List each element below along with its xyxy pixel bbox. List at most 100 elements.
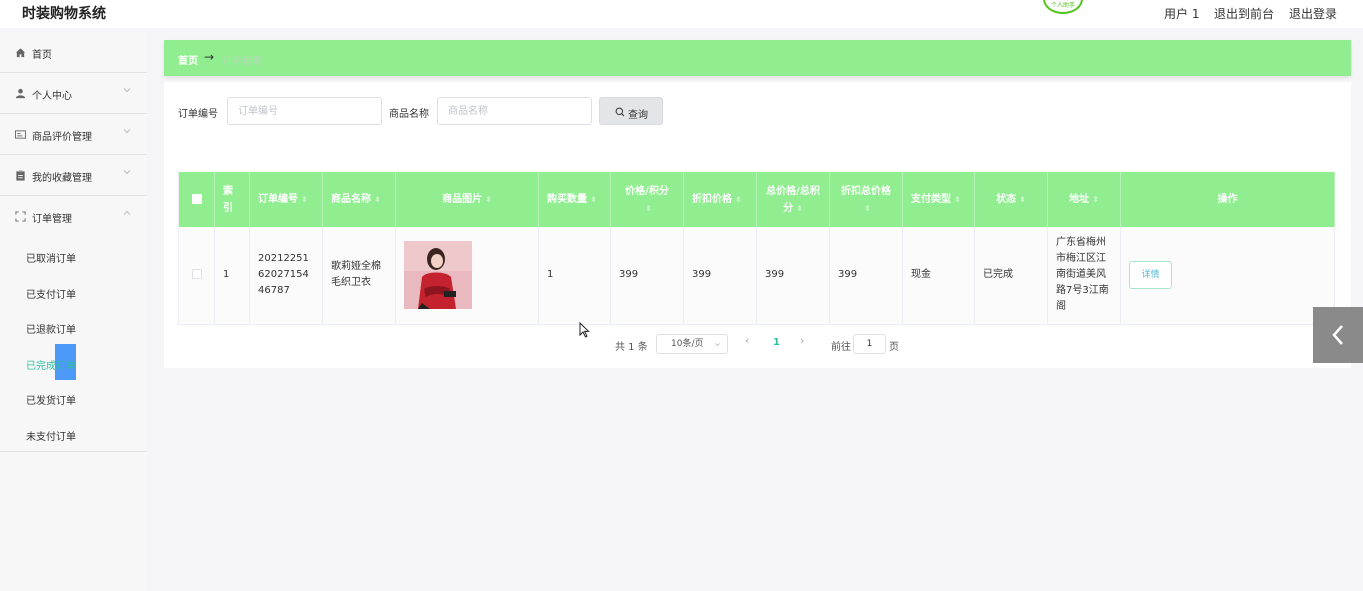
next-page-button[interactable]: › [800,334,804,347]
submenu-item-label: 已完成订单 [26,360,76,372]
column-header-status[interactable]: 状态 ⬍ [974,172,1048,227]
column-header-label: 操作 [1217,194,1238,205]
sort-icon: ⬍ [590,195,597,204]
submenu-item-label: 未支付订单 [26,431,76,443]
cell-product-name: 歌莉娅全棉毛织卫衣 [322,227,396,325]
submenu-item-label: 已发货订单 [26,396,76,408]
column-header-price[interactable]: 价格/积分 ⬍ [610,172,684,227]
sidebar-divider [0,450,147,452]
chevron-up-icon [123,210,131,215]
sidebar-item-order-management[interactable]: 订单管理 [0,196,147,237]
sidebar-item-review-management[interactable]: 商品评价管理 [0,114,147,155]
sidebar-item-personal-center[interactable]: 个人中心 [0,73,147,114]
clipboard-icon [16,170,25,181]
column-header-index: 索引 [214,172,250,227]
sort-icon: ⬍ [301,195,308,204]
column-header-pay-type[interactable]: 支付类型 ⬍ [902,172,975,227]
column-header-discount-total[interactable]: 折扣总价格 ⬍ [829,172,903,227]
sidebar-item-label: 个人中心 [32,91,72,102]
product-image [404,241,472,310]
goto-label: 前往 [831,342,851,353]
sort-icon: ⬍ [485,195,492,204]
row-select-cell[interactable] [178,227,215,325]
column-header-actions: 操作 [1120,172,1335,227]
logo-badge-icon: 个人助手 [1043,0,1083,14]
cell-address: 广东省梅州市梅江区江南街道美风路7号3江南阁 [1047,227,1121,325]
column-header-total-price[interactable]: 总价格/总积分 ⬍ [756,172,830,227]
chevron-down-icon [715,343,720,347]
table-row: 1 202122516202715446787 歌莉娅全棉毛织卫衣 1 399 … [178,227,1335,325]
breadcrumb-current: 订单管理 [222,56,262,67]
page-number-current[interactable]: 1 [773,337,780,348]
order-no-input[interactable] [227,97,382,125]
column-header-product-name[interactable]: 商品名称 ⬍ [322,172,396,227]
page-suffix-label: 页 [889,342,899,353]
submenu-item-refunded-orders[interactable]: 已退款订单 [0,308,147,344]
cell-price: 399 [610,227,684,325]
sort-icon: ⬍ [796,203,803,213]
chevron-down-icon [123,88,131,93]
sort-icon: ⬍ [954,195,961,204]
cell-quantity: 1 [538,227,611,325]
column-header-label: 订单编号 [258,194,298,205]
logo-badge-text: 个人助手 [1050,2,1075,9]
column-header-order-no[interactable]: 订单编号 ⬍ [249,172,323,227]
page-size-value: 10条/页 [671,339,704,349]
main-panel: 订单编号 商品名称 查询 索引 订单编号⬍ 商品名称⬍ 商品图片⬍ 购买数量⬍ … [164,82,1351,368]
cell-product-image [395,227,539,325]
cell-order-no: 202122516202715446787 [249,227,323,325]
cell-total-price: 399 [756,227,830,325]
column-header-label: 价格/积分 [625,185,669,197]
checkbox-icon [191,269,202,280]
goto-page-input[interactable] [853,334,886,354]
page-size-select[interactable]: 10条/页 [656,334,728,354]
user-menu[interactable]: 用户 1 [1164,5,1199,22]
sort-icon: ⬍ [374,195,381,204]
column-header-discount-price[interactable]: 折扣价格 ⬍ [683,172,757,227]
breadcrumb-separator: → [204,50,215,64]
logout-link[interactable]: 退出登录 [1289,5,1337,22]
search-button[interactable]: 查询 [599,97,663,125]
cell-discount-price: 399 [683,227,757,325]
review-icon [15,130,26,139]
column-header-product-image[interactable]: 商品图片 ⬍ [395,172,539,227]
user-icon [15,88,26,99]
submenu-item-unpaid-orders[interactable]: 未支付订单 [0,415,147,451]
sort-icon: ⬍ [1092,195,1099,204]
breadcrumb-home[interactable]: 首页 [178,52,198,67]
orders-table: 索引 订单编号 ⬍ 商品名称 ⬍ 商品图片 ⬍ 购买数量 ⬍ 价格/积分 ⬍ 折扣价格 ⬍ … [178,172,1335,325]
cell-actions: 详情 [1120,227,1335,325]
submenu-item-cancelled-orders[interactable]: 已取消订单 [0,237,147,273]
column-header-label: 购买数量 [547,194,587,205]
sort-icon: ⬍ [1019,195,1026,204]
product-name-input[interactable] [437,97,592,125]
select-all-checkbox[interactable] [178,172,215,227]
cell-pay-type: 现金 [902,227,975,325]
home-icon [15,48,26,58]
search-icon [615,107,625,117]
submenu-item-paid-orders[interactable]: 已支付订单 [0,273,147,309]
cell-status: 已完成 [974,227,1048,325]
submenu-item-label: 已取消订单 [26,254,76,265]
top-bar: 时装购物系统 个人助手 用户 1 退出到前台 退出登录 [0,0,1363,28]
back-to-front-link[interactable]: 退出到前台 [1214,5,1274,22]
column-header-label: 折扣价格 [692,194,732,205]
sidebar: 首页 个人中心 商品评价管理 我的收藏管理 订单管理 已取消订单 已支付订单 已… [0,32,147,591]
sidebar-item-favorites-management[interactable]: 我的收藏管理 [0,155,147,196]
sidebar-item-label: 首页 [32,50,52,61]
column-header-quantity[interactable]: 购买数量 ⬍ [538,172,611,227]
detail-button[interactable]: 详情 [1129,261,1172,290]
cell-index: 1 [214,227,250,325]
submenu-item-shipped-orders[interactable]: 已发货订单 [0,379,147,415]
submenu-item-completed-orders[interactable]: 已完成订单 [0,343,147,380]
prev-page-button[interactable]: ‹ [745,334,749,347]
column-header-label: 索引 [223,185,233,214]
sidebar-item-home[interactable]: 首页 [0,32,147,73]
submenu-item-label: 已退款订单 [26,325,76,337]
product-name-label: 商品名称 [389,109,429,120]
column-header-label: 总价格/总积分 [766,185,820,214]
pagination-total: 共 1 条 [615,342,648,353]
column-header-address[interactable]: 地址 ⬍ [1047,172,1121,227]
side-panel-toggle-button[interactable] [1313,307,1363,363]
column-header-label: 状态 [996,194,1017,205]
